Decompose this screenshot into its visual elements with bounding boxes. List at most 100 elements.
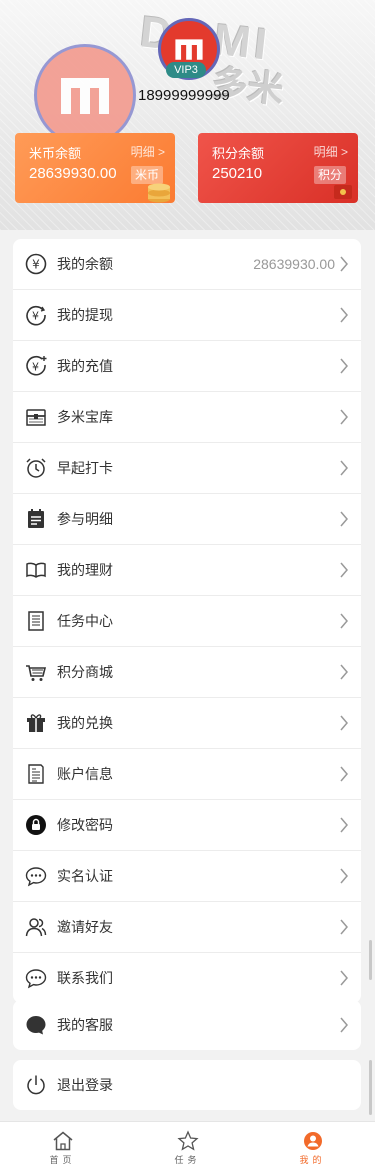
chevron-right-icon <box>340 613 348 629</box>
chevron-right-icon <box>340 919 348 935</box>
chevron-right-icon <box>340 511 348 527</box>
open-book-icon <box>25 559 47 581</box>
menu-label: 账户信息 <box>57 766 113 782</box>
chevron-right-icon <box>340 970 348 986</box>
menu-item-withdraw[interactable]: ¥ 我的提现 <box>13 290 361 341</box>
menu-item-recharge[interactable]: ¥ 我的充值 <box>13 341 361 392</box>
tab-label: 任务 <box>174 1155 201 1165</box>
gift-box-icon <box>25 712 47 734</box>
menu-item-points-mall[interactable]: 积分商城 <box>13 647 361 698</box>
power-icon <box>25 1074 47 1096</box>
menu-label: 我的兑换 <box>57 715 113 731</box>
document-icon <box>25 610 47 632</box>
chevron-right-icon <box>340 358 348 374</box>
lock-icon <box>25 814 47 836</box>
menu-item-participation[interactable]: 参与明细 <box>13 494 361 545</box>
menu-item-treasure[interactable]: 多米宝库 <box>13 392 361 443</box>
points-balance-card[interactable]: 积分余额 明细 > 250210 积分 <box>198 133 358 203</box>
points-balance-value: 250210 <box>212 165 263 182</box>
menu-label: 邀请好友 <box>57 919 113 935</box>
menu-label: 早起打卡 <box>57 460 113 476</box>
menu-label: 任务中心 <box>57 613 113 629</box>
chevron-right-icon <box>340 817 348 833</box>
menu-item-balance[interactable]: ¥ 我的余额 28639930.00 <box>13 239 361 290</box>
scrollbar-thumb[interactable] <box>369 940 372 980</box>
points-tag: 积分 <box>313 166 346 184</box>
tab-tasks[interactable]: 任务 <box>125 1122 250 1170</box>
vip-badge: VIP3 <box>166 62 206 78</box>
calendar-list-icon <box>25 508 47 530</box>
menu-item-exchange[interactable]: 我的兑换 <box>13 698 361 749</box>
scrollbar-thumb[interactable] <box>369 1060 372 1115</box>
coin-card-title: 米币余额 <box>29 146 82 161</box>
profile-header: DOMI 多米 VIP3 18999999999 米币余额 明细 > 28639… <box>0 0 375 230</box>
tab-label: 我的 <box>299 1155 326 1165</box>
menu-item-real-name[interactable]: 实名认证 <box>13 851 361 902</box>
menu-item-task-center[interactable]: 任务中心 <box>13 596 361 647</box>
chat-bubble-icon <box>25 967 47 989</box>
chevron-right-icon <box>340 868 348 884</box>
star-icon <box>176 1130 199 1151</box>
user-phone: 18999999999 <box>138 87 230 104</box>
menu-item-account-info[interactable]: 账户信息 <box>13 749 361 800</box>
menu-label: 联系我们 <box>57 970 113 986</box>
menu-label: 我的客服 <box>57 1017 113 1033</box>
m-logo-icon <box>61 78 109 114</box>
menu-item-finance[interactable]: 我的理财 <box>13 545 361 596</box>
svg-text:¥: ¥ <box>32 258 40 272</box>
m-logo-icon <box>175 39 203 60</box>
menu-item-checkin[interactable]: 早起打卡 <box>13 443 361 494</box>
treasure-chest-icon <box>25 406 47 428</box>
tab-home[interactable]: 首页 <box>0 1122 125 1170</box>
tab-label: 首页 <box>49 1155 76 1165</box>
user-circle-icon <box>303 1132 322 1150</box>
logout-label: 退出登录 <box>57 1077 113 1093</box>
chevron-right-icon <box>340 409 348 425</box>
alarm-clock-icon <box>25 457 47 479</box>
account-menu: ¥ 我的余额 28639930.00 ¥ 我的提现 ¥ 我的充值 多米宝库 早起… <box>13 239 361 1003</box>
menu-label: 修改密码 <box>57 817 113 833</box>
menu-label: 我的余额 <box>57 256 113 272</box>
yuan-circle-icon: ¥ <box>25 253 47 275</box>
coin-balance-card[interactable]: 米币余额 明细 > 28639930.00 米币 <box>15 133 175 203</box>
receipt-icon <box>25 763 47 785</box>
coin-stack-icon <box>148 183 170 203</box>
menu-label: 我的提现 <box>57 307 113 323</box>
chevron-right-icon <box>340 664 348 680</box>
menu-label: 实名认证 <box>57 868 113 884</box>
svg-text:¥: ¥ <box>32 361 39 374</box>
red-envelope-icon <box>334 185 352 199</box>
chevron-right-icon <box>340 256 348 272</box>
chevron-right-icon <box>340 562 348 578</box>
bottom-tab-bar: 首页 任务 我的 <box>0 1121 375 1170</box>
logout-button[interactable]: 退出登录 <box>13 1060 361 1110</box>
chevron-right-icon <box>340 307 348 323</box>
coin-balance-value: 28639930.00 <box>29 165 117 182</box>
chevron-right-icon <box>340 1017 348 1033</box>
home-icon <box>53 1131 72 1151</box>
menu-item-contact-us[interactable]: 联系我们 <box>13 953 361 1003</box>
tab-mine[interactable]: 我的 <box>250 1122 375 1170</box>
points-detail-link[interactable]: 明细 > <box>314 143 348 160</box>
menu-value-balance: 28639930.00 <box>253 256 335 272</box>
menu-label: 积分商城 <box>57 664 113 680</box>
menu-label: 多米宝库 <box>57 409 113 425</box>
points-card-title: 积分余额 <box>212 146 265 161</box>
menu-item-change-password[interactable]: 修改密码 <box>13 800 361 851</box>
shopping-cart-icon <box>25 661 47 683</box>
menu-label: 我的理财 <box>57 562 113 578</box>
headset-bubble-icon <box>25 1014 47 1036</box>
chat-bubble-icon <box>25 865 47 887</box>
withdraw-icon: ¥ <box>25 304 47 326</box>
coin-detail-link[interactable]: 明细 > <box>131 143 165 160</box>
brand-watermark-cn: 多米 <box>209 62 286 111</box>
chevron-right-icon <box>340 766 348 782</box>
menu-label: 我的充值 <box>57 358 113 374</box>
brand-logo <box>34 44 136 146</box>
svg-text:¥: ¥ <box>32 310 39 323</box>
menu-item-customer-service[interactable]: 我的客服 <box>13 1000 361 1050</box>
menu-item-invite-friends[interactable]: 邀请好友 <box>13 902 361 953</box>
menu-label: 参与明细 <box>57 511 113 527</box>
chevron-right-icon <box>340 715 348 731</box>
recharge-icon: ¥ <box>25 355 47 377</box>
